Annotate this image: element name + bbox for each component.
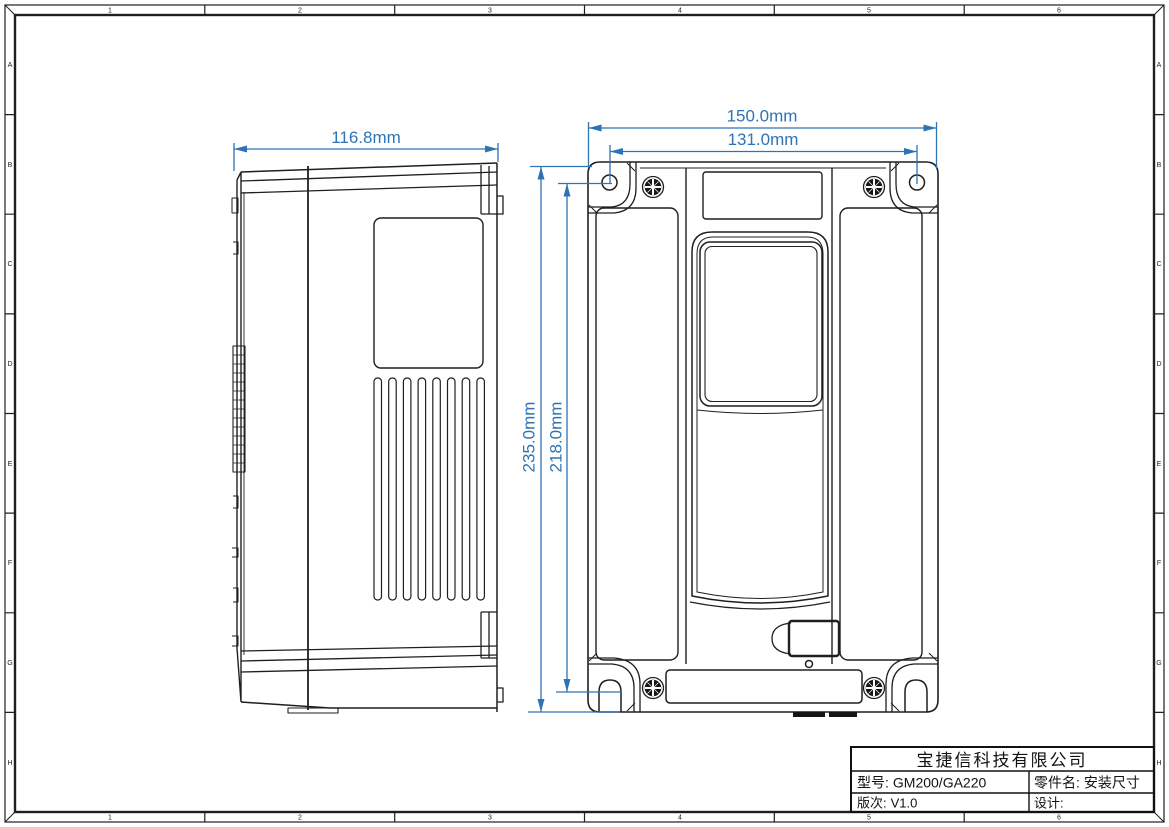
dim-side-width-label: 116.8mm [331,128,401,147]
keypad-frame [692,232,828,603]
zone-label: G [7,660,12,667]
title-block: 宝捷信科技有限公司 型号:GM200/GA220 零件名:安装尺寸 版次: V1.… [851,747,1154,812]
mounting-slot-left [599,680,621,712]
designer-cell: 设计: [1034,796,1064,811]
zone-label: G [1156,660,1161,667]
zone-label: 6 [1057,8,1061,15]
part-cell: 零件名:安装尺寸 [1034,775,1140,791]
zone-label: H [1156,760,1161,767]
mounting-slot-right [905,680,927,712]
tab-top-left [588,162,636,213]
dim-hole-span-v-label: 218.0mm [547,402,566,473]
engineering-drawing: 1 2 3 4 5 6 1 2 3 4 5 6 A B C D E F G H … [0,0,1169,827]
small-hole [806,661,813,668]
part-value: 安装尺寸 [1084,775,1140,791]
zone-label: H [7,760,12,767]
terminal-strip [233,346,245,472]
zone-label: D [1156,361,1161,368]
screw-icon [643,177,664,198]
zone-label: F [1157,560,1161,567]
zone-label: 4 [678,815,682,822]
dim-front-width-label: 150.0mm [727,107,798,126]
zone-label: C [1156,261,1161,268]
dim-hole-span-h-label: 131.0mm [728,130,799,149]
zone-label: 2 [298,8,302,15]
side-bottom-bracket [481,612,503,702]
zone-label: 5 [867,815,871,822]
side-cover-right [840,208,922,660]
zone-label: 4 [678,8,682,15]
zone-label: 1 [108,8,112,15]
dim-front-height: 235.0mm [520,167,621,713]
screw-icon [643,678,664,699]
drawing-sheet: 1 2 3 4 5 6 1 2 3 4 5 6 A B C D E F G H … [0,0,1169,827]
revision-cell: 版次: V1.0 [857,796,917,811]
part-label: 零件名: [1034,775,1080,791]
zone-label: B [1157,162,1162,169]
front-view [588,162,938,717]
foot [829,712,857,717]
side-cover-left [596,208,678,660]
revision-label: 版次: [857,796,887,811]
zone-label: 5 [867,8,871,15]
frame-border [5,5,1164,822]
zone-label: E [8,461,13,468]
foot [793,712,825,717]
dim-hole-span-v: 218.0mm [547,184,623,693]
dim-front-height-label: 235.0mm [520,402,539,473]
model-cell: 型号:GM200/GA220 [857,775,986,791]
zone-label: 6 [1057,815,1061,822]
display-window [700,242,822,406]
zone-label: 3 [488,8,492,15]
frame-zone-labels: 1 2 3 4 5 6 1 2 3 4 5 6 A B C D E F G H … [7,8,1161,822]
revision-value: V1.0 [891,796,918,811]
dim-hole-span-h: 131.0mm [610,130,917,184]
zone-label: A [8,62,13,69]
company-name: 宝捷信科技有限公司 [917,751,1088,770]
zone-label: E [1157,461,1162,468]
tab-bottom-left [588,658,640,712]
screw-icon [864,177,885,198]
zone-label: 1 [108,815,112,822]
vent-slots [374,378,484,600]
side-label-plate [374,218,483,368]
model-label: 型号: [857,775,889,791]
side-view [232,163,503,713]
tab-bottom-right [886,658,938,712]
zone-label: B [8,162,13,169]
zone-label: 2 [298,815,302,822]
screw-icon [864,678,885,699]
zone-label: C [7,261,12,268]
zone-label: A [1157,62,1162,69]
terminal-cover [666,670,862,703]
zone-label: D [7,361,12,368]
model-value: GM200/GA220 [893,775,987,791]
front-label-plate [703,172,822,219]
designer-label: 设计: [1034,796,1064,811]
zone-label: 3 [488,815,492,822]
zone-label: F [8,560,12,567]
tab-top-right [890,162,938,213]
